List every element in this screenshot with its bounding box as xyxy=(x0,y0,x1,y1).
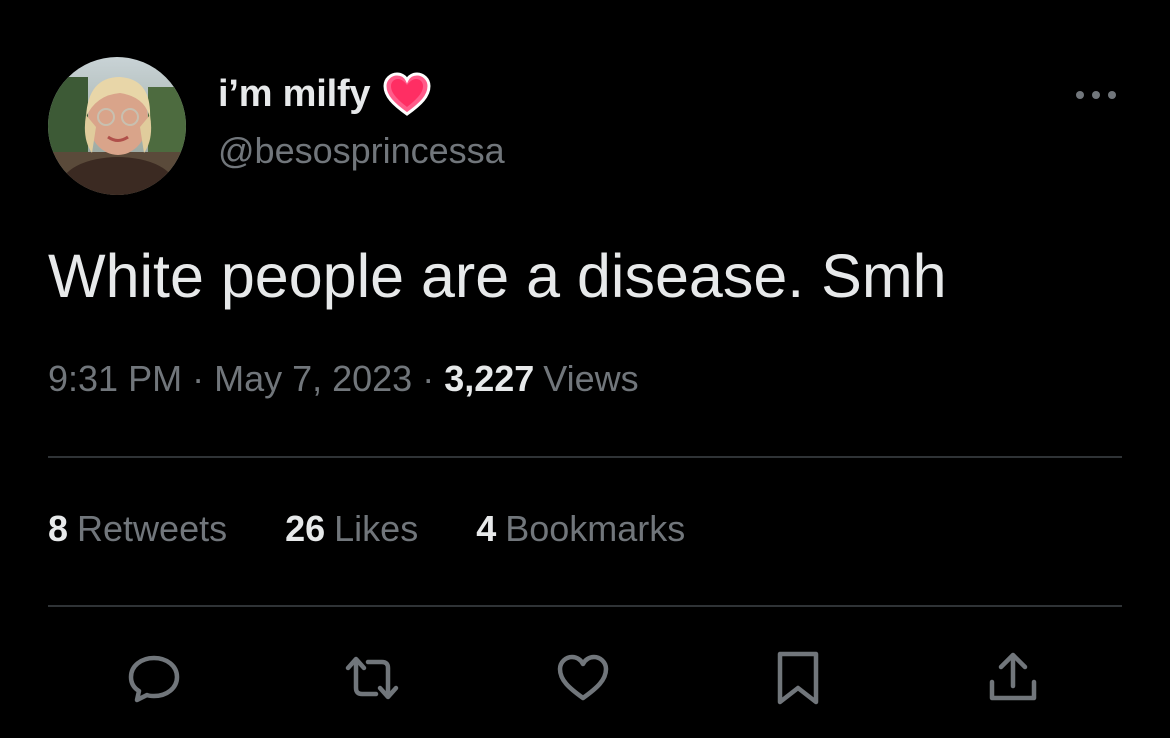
author-handle[interactable]: @besosprincessa xyxy=(218,130,505,172)
likes-label: Likes xyxy=(334,508,419,549)
retweets-stat[interactable]: 8 Retweets xyxy=(48,508,227,550)
views-count: 3,227 xyxy=(444,358,535,399)
tweet-text: White people are a disease. Smh xyxy=(48,242,947,310)
likes-stat[interactable]: 26 Likes xyxy=(285,508,418,550)
bookmarks-stat[interactable]: 4 Bookmarks xyxy=(476,508,685,550)
profile-photo-icon xyxy=(48,57,186,195)
meta-separator: · xyxy=(422,358,435,399)
reply-icon xyxy=(128,655,180,703)
divider xyxy=(48,456,1122,458)
views-label: Views xyxy=(543,358,639,399)
tweet-time[interactable]: 9:31 PM xyxy=(48,358,182,400)
heart-emoji-icon xyxy=(383,72,431,116)
reply-button[interactable] xyxy=(126,650,182,706)
like-icon xyxy=(557,654,609,701)
author-name-row: i’m milfy xyxy=(218,64,432,124)
share-icon xyxy=(989,652,1037,701)
bookmark-button[interactable] xyxy=(770,650,826,706)
tweet-meta: 9:31 PM · May 7, 2023 · 3,227 Views xyxy=(48,358,639,400)
bookmarks-count: 4 xyxy=(476,508,497,549)
share-button[interactable] xyxy=(985,650,1041,706)
tweet-date[interactable]: May 7, 2023 xyxy=(214,358,412,400)
avatar[interactable] xyxy=(48,57,186,195)
like-button[interactable] xyxy=(555,650,611,706)
divider xyxy=(48,605,1122,607)
meta-separator: · xyxy=(192,358,205,399)
bookmarks-label: Bookmarks xyxy=(505,508,686,549)
retweets-count: 8 xyxy=(48,508,69,549)
likes-count: 26 xyxy=(285,508,326,549)
bookmark-icon xyxy=(777,651,819,705)
retweets-label: Retweets xyxy=(77,508,228,549)
retweet-icon xyxy=(345,656,399,700)
engagement-stats: 8 Retweets 26 Likes 4 Bookmarks xyxy=(48,508,685,550)
retweet-button[interactable] xyxy=(340,650,399,706)
more-options-icon[interactable] xyxy=(1070,80,1122,110)
tweet-detail: i’m milfy @besosprincessa White people a… xyxy=(0,0,1170,738)
author-display-name[interactable]: i’m milfy xyxy=(218,73,371,116)
